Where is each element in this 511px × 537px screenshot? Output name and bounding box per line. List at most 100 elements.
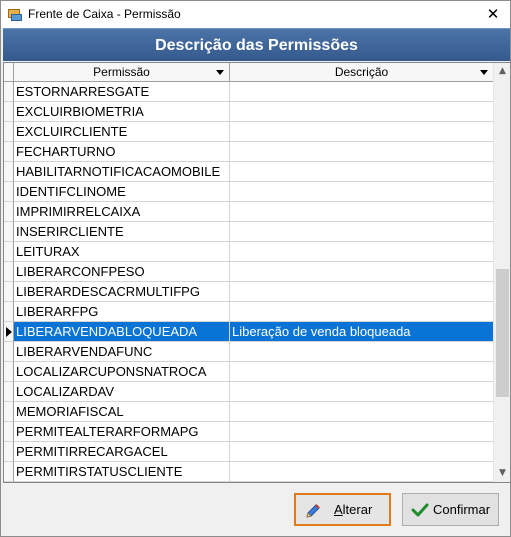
- row-indicator[interactable]: [4, 382, 14, 402]
- table-row[interactable]: PERMITIRSTATUSCLIENTE: [4, 462, 493, 482]
- checkmark-icon: [411, 503, 429, 517]
- row-indicator[interactable]: [4, 102, 14, 122]
- cell-permissao[interactable]: IDENTIFCLINOME: [14, 182, 230, 202]
- cell-permissao[interactable]: LOCALIZARCUPONSNATROCA: [14, 362, 230, 382]
- cell-permissao[interactable]: LIBERARDESCACRMULTIFPG: [14, 282, 230, 302]
- row-indicator[interactable]: [4, 262, 14, 282]
- cell-permissao[interactable]: PERMITIRRECARGACEL: [14, 442, 230, 462]
- vertical-scrollbar[interactable]: ▲ ▼: [493, 63, 510, 482]
- cell-descricao[interactable]: [230, 282, 493, 302]
- table-row[interactable]: LIBERARVENDAFUNC: [4, 342, 493, 362]
- cell-descricao[interactable]: [230, 442, 493, 462]
- row-indicator[interactable]: [4, 222, 14, 242]
- cell-descricao[interactable]: [230, 182, 493, 202]
- cell-descricao[interactable]: [230, 242, 493, 262]
- table-row[interactable]: EXCLUIRCLIENTE: [4, 122, 493, 142]
- cell-descricao[interactable]: [230, 382, 493, 402]
- cell-descricao[interactable]: [230, 342, 493, 362]
- banner-title: Descrição das Permissões: [155, 37, 358, 54]
- column-header-descricao-label: Descrição: [334, 65, 389, 79]
- grid-rows: ESTORNARRESGATE EXCLUIRBIOMETRIA EXCLUIRCL…: [4, 82, 493, 482]
- table-row[interactable]: LOCALIZARCUPONSNATROCA: [4, 362, 493, 382]
- permissions-window: Frente de Caixa - Permissão ✕ Descrição …: [0, 0, 511, 537]
- table-row[interactable]: LEITURAX: [4, 242, 493, 262]
- alterar-button[interactable]: Alterar: [294, 493, 391, 526]
- cell-permissao[interactable]: PERMITEALTERARFORMAPG: [14, 422, 230, 442]
- cell-permissao[interactable]: FECHARTURNO: [14, 142, 230, 162]
- cell-descricao[interactable]: [230, 122, 493, 142]
- row-indicator[interactable]: [4, 462, 14, 482]
- table-row[interactable]: LIBERARFPG: [4, 302, 493, 322]
- dropdown-arrow-icon[interactable]: [480, 70, 488, 75]
- row-indicator[interactable]: [4, 242, 14, 262]
- cell-descricao[interactable]: [230, 162, 493, 182]
- dropdown-arrow-icon[interactable]: [216, 70, 224, 75]
- cell-descricao[interactable]: [230, 102, 493, 122]
- close-button[interactable]: ✕: [476, 1, 510, 28]
- scroll-up-icon[interactable]: ▲: [494, 63, 511, 80]
- table-row[interactable]: PERMITEALTERARFORMAPG: [4, 422, 493, 442]
- cell-permissao[interactable]: ESTORNARRESGATE: [14, 82, 230, 102]
- row-indicator[interactable]: [4, 322, 14, 342]
- column-header-permissao-label: Permissão: [93, 65, 150, 79]
- column-header-permissao[interactable]: Permissão: [14, 63, 230, 81]
- row-indicator[interactable]: [4, 202, 14, 222]
- cell-descricao[interactable]: [230, 302, 493, 322]
- cell-permissao[interactable]: HABILITARNOTIFICACAOMOBILE: [14, 162, 230, 182]
- cell-permissao[interactable]: LIBERARFPG: [14, 302, 230, 322]
- cell-descricao[interactable]: [230, 462, 493, 482]
- scrollbar-thumb[interactable]: [496, 269, 509, 397]
- cell-permissao[interactable]: LIBERARVENDAFUNC: [14, 342, 230, 362]
- row-indicator[interactable]: [4, 122, 14, 142]
- table-row[interactable]: EXCLUIRBIOMETRIA: [4, 102, 493, 122]
- confirmar-button[interactable]: Confirmar: [402, 493, 499, 526]
- cell-permissao[interactable]: PERMITIRSTATUSCLIENTE: [14, 462, 230, 482]
- app-icon: [7, 7, 23, 23]
- row-indicator[interactable]: [4, 82, 14, 102]
- cell-descricao[interactable]: [230, 82, 493, 102]
- cell-descricao[interactable]: [230, 222, 493, 242]
- row-indicator[interactable]: [4, 142, 14, 162]
- row-indicator[interactable]: [4, 402, 14, 422]
- scroll-down-icon[interactable]: ▼: [494, 465, 511, 482]
- table-row[interactable]: ESTORNARRESGATE: [4, 82, 493, 102]
- cell-descricao[interactable]: Liberação de venda bloqueada: [230, 322, 493, 342]
- row-indicator[interactable]: [4, 422, 14, 442]
- table-row-selected[interactable]: LIBERARVENDABLOQUEADA Liberação de venda …: [4, 322, 493, 342]
- row-indicator[interactable]: [4, 162, 14, 182]
- cell-permissao[interactable]: EXCLUIRCLIENTE: [14, 122, 230, 142]
- cell-permissao[interactable]: LEITURAX: [14, 242, 230, 262]
- table-row[interactable]: IDENTIFCLINOME: [4, 182, 493, 202]
- cell-descricao[interactable]: [230, 142, 493, 162]
- cell-permissao[interactable]: IMPRIMIRRELCAIXA: [14, 202, 230, 222]
- cell-permissao[interactable]: LIBERARVENDABLOQUEADA: [14, 322, 230, 342]
- table-row[interactable]: INSERIRCLIENTE: [4, 222, 493, 242]
- cell-permissao[interactable]: LIBERARCONFPESO: [14, 262, 230, 282]
- cell-permissao[interactable]: MEMORIAFISCAL: [14, 402, 230, 422]
- column-header-descricao[interactable]: Descrição: [230, 63, 493, 81]
- table-row[interactable]: PERMITIRRECARGACEL: [4, 442, 493, 462]
- cell-descricao[interactable]: [230, 362, 493, 382]
- row-indicator[interactable]: [4, 362, 14, 382]
- permissions-grid[interactable]: Permissão Descrição ESTORNARRESGATE EXCLU…: [3, 62, 510, 483]
- cell-descricao[interactable]: [230, 262, 493, 282]
- cell-permissao[interactable]: EXCLUIRBIOMETRIA: [14, 102, 230, 122]
- table-row[interactable]: LIBERARCONFPESO: [4, 262, 493, 282]
- row-indicator[interactable]: [4, 182, 14, 202]
- table-row[interactable]: FECHARTURNO: [4, 142, 493, 162]
- cell-descricao[interactable]: [230, 422, 493, 442]
- cell-descricao[interactable]: [230, 202, 493, 222]
- row-indicator[interactable]: [4, 282, 14, 302]
- table-row[interactable]: HABILITARNOTIFICACAOMOBILE: [4, 162, 493, 182]
- table-row[interactable]: IMPRIMIRRELCAIXA: [4, 202, 493, 222]
- row-indicator[interactable]: [4, 442, 14, 462]
- title-bar: Frente de Caixa - Permissão ✕: [1, 1, 510, 28]
- cell-permissao[interactable]: INSERIRCLIENTE: [14, 222, 230, 242]
- table-row[interactable]: LOCALIZARDAV: [4, 382, 493, 402]
- row-indicator[interactable]: [4, 302, 14, 322]
- cell-permissao[interactable]: LOCALIZARDAV: [14, 382, 230, 402]
- row-indicator[interactable]: [4, 342, 14, 362]
- cell-descricao[interactable]: [230, 402, 493, 422]
- table-row[interactable]: MEMORIAFISCAL: [4, 402, 493, 422]
- table-row[interactable]: LIBERARDESCACRMULTIFPG: [4, 282, 493, 302]
